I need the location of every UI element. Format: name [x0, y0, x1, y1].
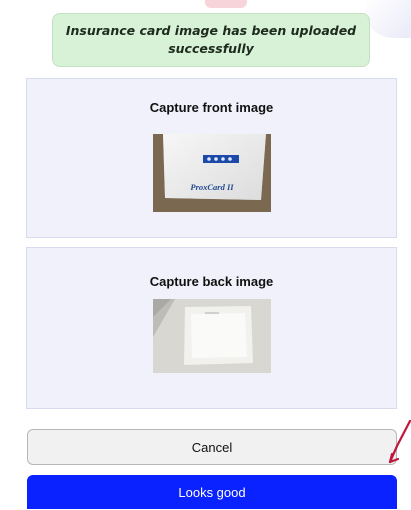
back-image-title: Capture back image [149, 274, 274, 289]
looks-good-button[interactable]: Looks good [27, 475, 397, 509]
front-card-text: ProxCard II [190, 182, 234, 192]
back-card-photo [153, 299, 271, 373]
front-image-title: Capture front image [149, 100, 274, 115]
front-image-panel: Capture front image ProxCard II [26, 78, 397, 238]
success-message: Insurance card image has been uploaded s… [65, 23, 357, 56]
front-card-photo: ProxCard II [153, 134, 271, 212]
front-image-thumbnail[interactable]: ProxCard II [153, 134, 271, 212]
back-image-thumbnail[interactable] [153, 299, 271, 373]
annotation-arrow-icon [388, 420, 411, 464]
corner-hint-shape [365, 0, 411, 38]
top-hint-shape [205, 0, 247, 8]
cancel-button[interactable]: Cancel [27, 429, 397, 465]
back-image-panel: Capture back image [26, 247, 397, 409]
success-toast: Insurance card image has been uploaded s… [52, 13, 370, 67]
